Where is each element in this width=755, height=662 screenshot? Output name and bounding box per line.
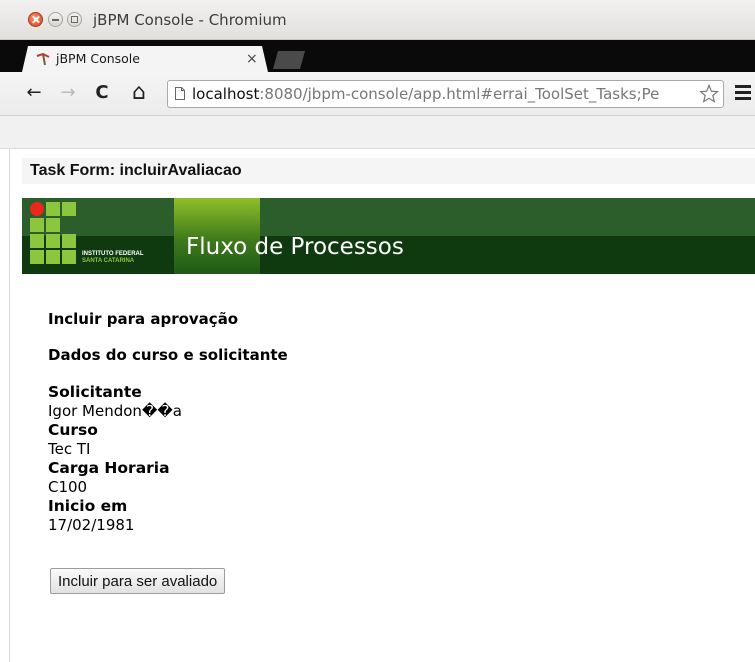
maximize-window-icon[interactable] bbox=[67, 12, 82, 27]
field-label-carga-horaria: Carga Horaria bbox=[48, 459, 170, 477]
browser-toolbar: ← → C ⌂ localhost:8080/jbpm-console/app.… bbox=[0, 72, 755, 116]
logo-text: INSTITUTO FEDERAL SANTA CATARINA bbox=[82, 251, 144, 265]
logo-square bbox=[30, 234, 44, 248]
reload-icon[interactable]: C bbox=[91, 82, 113, 104]
url-text[interactable]: localhost:8080/jbpm-console/app.html#err… bbox=[192, 81, 697, 107]
logo-red-dot bbox=[30, 202, 44, 216]
tab-title: jBPM Console bbox=[56, 51, 140, 66]
logo-square bbox=[30, 218, 44, 232]
close-window-icon[interactable] bbox=[28, 12, 43, 27]
logo-square bbox=[46, 250, 60, 264]
logo-square bbox=[46, 218, 60, 232]
page-content: Task Form: incluirAvaliacao INSTITUTO FE… bbox=[0, 116, 755, 662]
logo-square bbox=[62, 234, 76, 248]
ifsc-banner: INSTITUTO FEDERAL SANTA CATARINA Fluxo d… bbox=[22, 198, 755, 274]
field-value-solicitante: Igor Mendon��a bbox=[48, 402, 182, 420]
window-titlebar: jBPM Console - Chromium bbox=[0, 0, 755, 40]
new-tab-button[interactable] bbox=[273, 51, 305, 69]
page-icon bbox=[175, 87, 185, 100]
menu-icon[interactable] bbox=[735, 85, 751, 101]
submit-button[interactable]: Incluir para ser avaliado bbox=[50, 568, 226, 594]
bookmark-bar bbox=[0, 116, 755, 149]
field-value-inicio-em: 17/02/1981 bbox=[48, 516, 135, 534]
tab-favicon-icon bbox=[36, 53, 50, 66]
left-divider bbox=[9, 149, 10, 662]
window-title: jBPM Console - Chromium bbox=[93, 11, 287, 29]
form-heading: Incluir para aprovação bbox=[48, 310, 239, 328]
url-host: localhost bbox=[192, 85, 260, 103]
field-list: Solicitante Igor Mendon��a Curso Tec TI … bbox=[48, 383, 288, 535]
field-value-curso: Tec TI bbox=[48, 440, 91, 458]
back-arrow-icon[interactable]: ← bbox=[23, 82, 45, 104]
address-bar[interactable]: localhost:8080/jbpm-console/app.html#err… bbox=[167, 80, 724, 108]
bookmark-star-icon[interactable] bbox=[699, 84, 719, 104]
field-label-solicitante: Solicitante bbox=[48, 383, 142, 401]
tab-strip: jBPM Console × bbox=[0, 40, 755, 72]
form-title: Task Form: incluirAvaliacao bbox=[30, 162, 242, 179]
form-subheading: Dados do curso e solicitante bbox=[48, 346, 288, 364]
logo-square bbox=[62, 250, 76, 264]
banner-title: Fluxo de Processos bbox=[186, 234, 404, 260]
field-value-carga-horaria: C100 bbox=[48, 478, 88, 496]
logo-square bbox=[30, 250, 44, 264]
logo-line1: INSTITUTO FEDERAL bbox=[82, 251, 144, 257]
home-icon[interactable]: ⌂ bbox=[128, 82, 150, 104]
task-form: Incluir para aprovação Dados do curso e … bbox=[48, 310, 288, 594]
tab-jbpm-console[interactable]: jBPM Console × bbox=[22, 46, 268, 72]
logo-line2: SANTA CATARINA bbox=[82, 258, 135, 264]
url-path: :8080/jbpm-console/app.html#errai_ToolSe… bbox=[259, 85, 660, 103]
field-label-inicio-em: Inicio em bbox=[48, 497, 128, 515]
minimize-window-icon[interactable] bbox=[48, 12, 63, 27]
forward-arrow-icon[interactable]: → bbox=[57, 82, 79, 104]
logo-square bbox=[46, 202, 60, 216]
logo-square bbox=[62, 202, 76, 216]
tab-close-icon[interactable]: × bbox=[246, 46, 258, 72]
form-title-bar: Task Form: incluirAvaliacao bbox=[22, 158, 755, 184]
field-label-curso: Curso bbox=[48, 421, 98, 439]
logo-square bbox=[46, 234, 60, 248]
